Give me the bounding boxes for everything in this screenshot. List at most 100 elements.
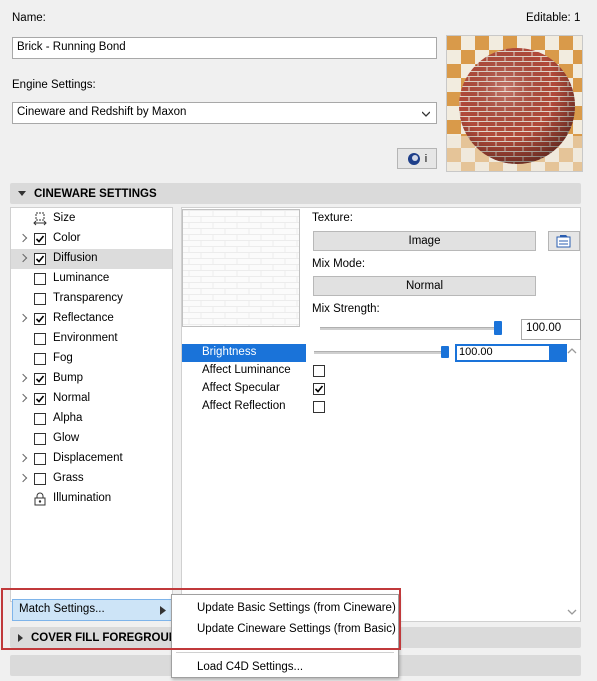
- engine-settings-label: Engine Settings:: [12, 79, 96, 91]
- channel-label: Alpha: [53, 412, 83, 424]
- channel-row-illumination[interactable]: Illumination: [11, 489, 172, 509]
- property-label: Affect Reflection: [202, 400, 286, 412]
- cineware-info-button[interactable]: i: [397, 148, 437, 169]
- channel-label: Fog: [53, 352, 73, 364]
- menu-separator: [176, 652, 394, 653]
- expand-chevron-icon[interactable]: [18, 233, 28, 243]
- channel-checkbox[interactable]: [34, 353, 46, 365]
- channel-label: Color: [53, 232, 81, 244]
- channel-label: Displacement: [53, 452, 123, 464]
- expand-chevron-icon[interactable]: [18, 393, 28, 403]
- channel-label: Illumination: [53, 492, 112, 504]
- property-checkbox[interactable]: [313, 401, 325, 413]
- channel-label: Bump: [53, 372, 84, 384]
- cineware-settings-title: CINEWARE SETTINGS: [34, 187, 157, 200]
- channel-row-fog[interactable]: Fog: [11, 349, 172, 369]
- info-icon: i: [424, 152, 428, 165]
- texture-image-button[interactable]: Image: [313, 231, 536, 251]
- expand-arrow-icon: [18, 191, 26, 196]
- channel-row-alpha[interactable]: Alpha: [11, 409, 172, 429]
- channel-checkbox[interactable]: [34, 453, 46, 465]
- channel-label: Luminance: [53, 272, 110, 284]
- brightness-label: Brightness: [202, 346, 257, 358]
- highlight-frame: [1, 588, 401, 650]
- brick-sphere-preview: [447, 36, 582, 171]
- channel-label: Normal: [53, 392, 91, 404]
- cinema4d-logo-icon: [407, 152, 420, 165]
- channel-row-glow[interactable]: Glow: [11, 429, 172, 449]
- mix-strength-field[interactable]: 100.00: [521, 319, 581, 340]
- property-label: Affect Specular: [202, 382, 280, 394]
- channel-checkbox[interactable]: [34, 273, 46, 285]
- lock-icon: [34, 492, 46, 506]
- name-label: Name:: [12, 12, 46, 24]
- mix-mode-label: Mix Mode:: [312, 258, 366, 270]
- channel-row-size[interactable]: Size: [11, 209, 172, 229]
- channel-list[interactable]: Size Color Diffusion Luminance Transparency R…: [10, 207, 173, 602]
- channel-checkbox[interactable]: [34, 373, 46, 385]
- size-icon: [33, 212, 47, 226]
- channel-row-displacement[interactable]: Displacement: [11, 449, 172, 469]
- property-row[interactable]: Affect Luminance: [182, 362, 567, 380]
- property-checkbox[interactable]: [313, 365, 325, 377]
- channel-label: Size: [53, 212, 76, 224]
- channel-checkbox[interactable]: [34, 413, 46, 425]
- scroll-up-icon[interactable]: [567, 347, 577, 355]
- mix-strength-slider-thumb[interactable]: [494, 321, 502, 335]
- channel-row-normal[interactable]: Normal: [11, 389, 172, 409]
- texture-swatch[interactable]: [182, 209, 300, 327]
- scroll-down-icon[interactable]: [567, 608, 577, 616]
- expand-chevron-icon[interactable]: [18, 473, 28, 483]
- expand-chevron-icon[interactable]: [18, 253, 28, 263]
- channel-label: Grass: [53, 472, 84, 484]
- expand-chevron-icon[interactable]: [18, 373, 28, 383]
- channel-row-transparency[interactable]: Transparency: [11, 289, 172, 309]
- channel-label: Reflectance: [53, 312, 114, 324]
- cineware-settings-header[interactable]: CINEWARE SETTINGS: [10, 183, 581, 204]
- channel-row-diffusion[interactable]: Diffusion: [11, 249, 172, 269]
- brightness-value[interactable]: 100.00: [457, 346, 549, 360]
- expand-chevron-icon[interactable]: [18, 313, 28, 323]
- mix-strength-slider-track[interactable]: [320, 327, 502, 330]
- channel-checkbox[interactable]: [34, 473, 46, 485]
- channel-checkbox[interactable]: [34, 333, 46, 345]
- editable-count: Editable: 1: [526, 12, 581, 24]
- brightness-value-cell[interactable]: 100.00: [455, 344, 567, 362]
- channel-label: Environment: [53, 332, 118, 344]
- channel-checkbox[interactable]: [34, 433, 46, 445]
- channel-checkbox[interactable]: [34, 313, 46, 325]
- property-row[interactable]: Affect Reflection: [182, 398, 567, 416]
- folder-icon: [556, 234, 571, 247]
- mix-strength-value: 100.00: [526, 322, 562, 334]
- property-label: Affect Luminance: [202, 364, 291, 376]
- material-preview: [446, 35, 583, 172]
- texture-label: Texture:: [312, 212, 353, 224]
- property-row[interactable]: Affect Specular: [182, 380, 567, 398]
- mix-mode-select[interactable]: Normal: [313, 276, 536, 296]
- channel-row-color[interactable]: Color: [11, 229, 172, 249]
- channel-label: Transparency: [53, 292, 123, 304]
- channel-row-reflectance[interactable]: Reflectance: [11, 309, 172, 329]
- channel-checkbox[interactable]: [34, 253, 46, 265]
- brightness-slider-track[interactable]: [314, 351, 446, 354]
- channel-checkbox[interactable]: [34, 293, 46, 305]
- channel-row-luminance[interactable]: Luminance: [11, 269, 172, 289]
- channel-checkbox[interactable]: [34, 393, 46, 405]
- channel-label: Glow: [53, 432, 80, 444]
- channel-row-environment[interactable]: Environment: [11, 329, 172, 349]
- engine-select[interactable]: Cineware and Redshift by Maxon: [12, 102, 437, 124]
- engine-select-value: Cineware and Redshift by Maxon: [17, 106, 187, 118]
- property-checkbox[interactable]: [313, 383, 325, 395]
- load-texture-button[interactable]: [548, 231, 580, 251]
- channel-row-bump[interactable]: Bump: [11, 369, 172, 389]
- brightness-row-label[interactable]: Brightness: [182, 344, 306, 362]
- brightness-slider-thumb[interactable]: [441, 346, 449, 358]
- name-field-value: Brick - Running Bond: [17, 41, 126, 53]
- channel-label: Diffusion: [53, 252, 98, 264]
- expand-chevron-icon[interactable]: [18, 453, 28, 463]
- mix-strength-label: Mix Strength:: [312, 303, 380, 315]
- channel-checkbox[interactable]: [34, 233, 46, 245]
- channel-row-grass[interactable]: Grass: [11, 469, 172, 489]
- menu-item-load-c4d[interactable]: Load C4D Settings...: [197, 661, 303, 673]
- name-field[interactable]: Brick - Running Bond: [12, 37, 437, 59]
